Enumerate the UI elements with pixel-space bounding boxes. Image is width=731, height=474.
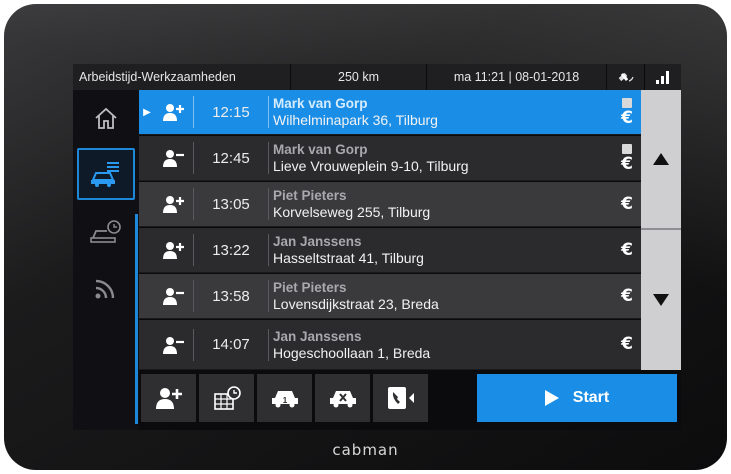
payment-euro-icon: €	[621, 107, 633, 128]
sidebar-accent-line	[135, 214, 138, 424]
play-icon	[544, 390, 559, 406]
pickup-person-icon	[163, 196, 184, 213]
add-passenger-button[interactable]	[141, 374, 196, 422]
schedule-button[interactable]	[199, 374, 254, 422]
ride-row[interactable]: ▶ 12:15 Mark van Gorp Wilhelminapark 36, …	[139, 90, 641, 135]
ride-time: 13:58	[212, 287, 250, 305]
ride-address: Wilhelminapark 36, Tilburg	[273, 112, 438, 128]
status-datetime: ma 11:21 | 08-01-2018	[427, 64, 607, 90]
payment-euro-icon: €	[621, 334, 633, 354]
status-title: Arbeidstijd-Werkzaamheden	[73, 64, 291, 90]
calendar-clock-icon	[213, 386, 241, 410]
dropoff-person-icon	[163, 288, 184, 305]
note-icon	[622, 143, 632, 154]
scroll-down-button[interactable]	[641, 230, 681, 370]
ride-passenger: Jan Janssens	[273, 328, 362, 344]
ride-row[interactable]: 13:05 Piet Pieters Korvelseweg 255, Tilbu…	[139, 182, 641, 227]
ride-passenger: Piet Pieters	[273, 280, 347, 295]
ride-time: 14:07	[212, 336, 250, 353]
ride-row[interactable]: 13:58 Piet Pieters Lovensdijkstraat 23, B…	[139, 274, 641, 319]
svg-text:1: 1	[282, 396, 287, 405]
brand-logo: cabman	[332, 441, 399, 459]
ride-row[interactable]: 13:22 Jan Janssens Hasseltstraat 41, Tilb…	[139, 228, 641, 273]
call-icon	[387, 387, 414, 409]
ride-passenger: Jan Janssens	[273, 234, 362, 249]
ride-address: Hogeschoollaan 1, Breda	[273, 344, 431, 361]
payment-euro-icon: €	[621, 193, 633, 214]
ride-time: 13:22	[212, 241, 250, 259]
taxi-cancel-button[interactable]	[315, 374, 370, 422]
satellite-icon	[607, 64, 645, 90]
sidebar-item-shift[interactable]	[77, 206, 135, 258]
arrow-up-icon	[653, 153, 669, 165]
selected-arrow-icon: ▶	[143, 106, 151, 118]
note-icon	[622, 97, 632, 108]
dropoff-person-icon	[163, 150, 184, 167]
payment-euro-icon: €	[621, 239, 633, 260]
sidebar	[73, 90, 139, 430]
status-distance: 250 km	[291, 64, 427, 90]
sidebar-item-trips[interactable]	[77, 148, 135, 200]
ride-passenger: Mark van Gorp	[273, 96, 368, 111]
start-label: Start	[572, 389, 610, 406]
bottom-toolbar: 1 Start	[139, 370, 681, 430]
sidebar-item-connection[interactable]	[77, 262, 135, 314]
ride-time: 12:15	[212, 103, 250, 121]
ride-time: 13:05	[212, 195, 250, 213]
call-button[interactable]	[373, 374, 428, 422]
ride-address: Hasseltstraat 41, Tilburg	[273, 250, 424, 266]
status-bar: Arbeidstijd-Werkzaamheden 250 km ma 11:2…	[73, 64, 681, 90]
start-button[interactable]: Start	[477, 374, 677, 422]
ride-time: 12:45	[212, 149, 250, 167]
ride-address: Lovensdijkstraat 23, Breda	[273, 296, 439, 312]
screen: Arbeidstijd-Werkzaamheden 250 km ma 11:2…	[73, 64, 681, 430]
payment-euro-icon: €	[621, 285, 633, 306]
ride-address: Korvelseweg 255, Tilburg	[273, 204, 431, 220]
pickup-person-icon	[163, 242, 184, 259]
signal-strength-icon	[645, 64, 681, 90]
ride-row[interactable]: 14:07 Jan Janssens Hogeschoollaan 1, Bred…	[139, 320, 641, 370]
taxi-list-icon	[91, 162, 119, 187]
arrow-down-icon	[653, 294, 669, 306]
ride-address: Lieve Vrouweplein 9-10, Tilburg	[273, 158, 469, 174]
ride-row[interactable]: 12:45 Mark van Gorp Lieve Vrouweplein 9-1…	[139, 136, 641, 181]
wifi-icon	[95, 279, 115, 299]
scroll-up-button[interactable]	[641, 90, 681, 230]
payment-euro-icon: €	[621, 153, 633, 174]
taxi-pickup-icon: 1	[271, 391, 298, 408]
dropoff-person-icon	[163, 336, 184, 354]
home-icon	[95, 107, 117, 129]
ride-passenger: Piet Pieters	[273, 188, 347, 203]
taxi-clock-icon	[90, 220, 121, 243]
taxi-cancel-icon	[329, 391, 356, 408]
ride-list: ▶ 12:15 Mark van Gorp Wilhelminapark 36, …	[139, 90, 641, 370]
ride-passenger: Mark van Gorp	[273, 142, 368, 157]
pickup-person-icon	[163, 104, 184, 121]
taxi-pickup-button[interactable]: 1	[257, 374, 312, 422]
add-passenger-icon	[155, 388, 182, 409]
scroll-panel	[641, 90, 681, 370]
sidebar-item-home[interactable]	[77, 92, 135, 144]
